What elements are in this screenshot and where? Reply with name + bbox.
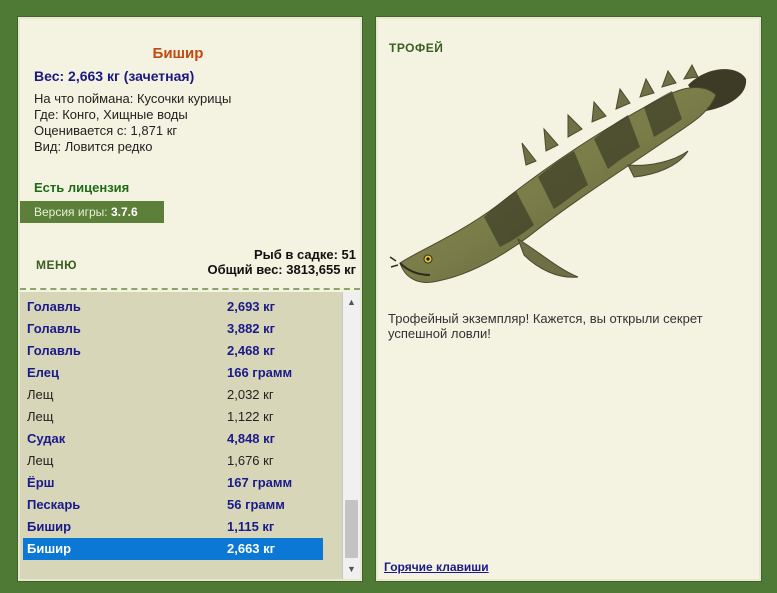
species-info: Вид: Ловится редко — [34, 139, 153, 154]
license-status: Есть лицензия — [34, 180, 130, 195]
divider — [20, 288, 360, 290]
scroll-thumb[interactable] — [345, 500, 358, 558]
catch-fish-name: Елец — [27, 365, 59, 380]
catch-list-row[interactable]: Лещ 2,032 кг — [23, 384, 323, 406]
catch-fish-name: Лещ — [27, 387, 54, 402]
bichir-fish-image — [389, 63, 747, 283]
catch-fish-name: Судак — [27, 431, 66, 446]
catch-list-row[interactable]: Судак 4,848 кг — [23, 428, 323, 450]
catch-list[interactable]: Голавль 2,693 кг Голавль 3,882 кг Голавль 2,4… — [20, 292, 342, 579]
fish-info-panel: Бишир Вес: 2,663 кг (зачетная) На что по… — [18, 17, 362, 581]
catch-fish-weight: 166 грамм — [227, 365, 293, 380]
menu-button[interactable]: МЕНЮ — [36, 258, 77, 272]
catch-list-row[interactable]: Голавль 2,693 кг — [23, 296, 323, 318]
hotkeys-link[interactable]: Горячие клавиши — [384, 560, 489, 574]
catch-fish-weight: 2,468 кг — [227, 343, 276, 358]
scroll-down-icon[interactable]: ▼ — [343, 561, 360, 577]
game-version: Версия игры: 3.7.6 — [20, 201, 164, 223]
catch-list-row[interactable]: Ёрш 167 грамм — [23, 472, 323, 494]
catch-fish-weight: 2,663 кг — [227, 541, 276, 556]
catch-list-row[interactable]: Лещ 1,676 кг — [23, 450, 323, 472]
trophy-message: Трофейный экземпляр! Кажется, вы открыли… — [388, 311, 703, 341]
catch-fish-weight: 1,115 кг — [227, 519, 275, 534]
catch-list-row[interactable]: Пескарь 56 грамм — [23, 494, 323, 516]
keepnet-stats: Рыб в садке: 51 Общий вес: 3813,655 кг — [207, 247, 356, 277]
catch-list-row[interactable]: Лещ 1,122 кг — [23, 406, 323, 428]
catch-list-row[interactable]: Бишир 1,115 кг — [23, 516, 323, 538]
catch-fish-weight: 2,693 кг — [227, 299, 276, 314]
catch-fish-name: Лещ — [27, 453, 54, 468]
catch-fish-weight: 1,676 кг — [227, 453, 274, 468]
catch-fish-name: Бишир — [27, 519, 72, 534]
catch-fish-weight: 2,032 кг — [227, 387, 274, 402]
version-label: Версия игры: — [34, 205, 108, 219]
catch-fish-name: Ёрш — [27, 475, 55, 490]
fish-weight: Вес: 2,663 кг (зачетная) — [34, 68, 195, 84]
catch-list-row[interactable]: Голавль 3,882 кг — [23, 318, 323, 340]
catch-fish-name: Пескарь — [27, 497, 81, 512]
keepnet-count: Рыб в садке: 51 — [253, 247, 356, 262]
catch-fish-weight: 56 грамм — [227, 497, 285, 512]
catch-fish-name: Голавль — [27, 299, 81, 314]
catch-fish-name: Голавль — [27, 321, 81, 336]
bait-info: На что поймана: Кусочки курицы — [34, 91, 232, 106]
catch-list-scrollbar[interactable]: ▲ ▼ — [342, 292, 360, 579]
scroll-up-icon[interactable]: ▲ — [343, 294, 360, 310]
version-value: 3.7.6 — [110, 205, 138, 219]
catch-fish-weight: 4,848 кг — [227, 431, 276, 446]
valuation-info: Оценивается с: 1,871 кг — [34, 123, 178, 138]
keepnet-total-weight: Общий вес: 3813,655 кг — [207, 262, 356, 277]
catch-list-row[interactable]: Бишир 2,663 кг — [23, 538, 323, 560]
trophy-panel: ТРОФЕЙ Трофейный экземпляр! Кажется, вы … — [376, 17, 761, 581]
catch-fish-name: Лещ — [27, 409, 54, 424]
fish-title: Бишир — [152, 45, 204, 62]
catch-list-row[interactable]: Елец 166 грамм — [23, 362, 323, 384]
location-info: Где: Конго, Хищные воды — [34, 107, 188, 122]
catch-fish-weight: 3,882 кг — [227, 321, 276, 336]
catch-fish-weight: 1,122 кг — [227, 409, 274, 424]
catch-list-row[interactable]: Голавль 2,468 кг — [23, 340, 323, 362]
trophy-label: ТРОФЕЙ — [389, 41, 444, 55]
catch-fish-weight: 167 грамм — [227, 475, 293, 490]
catch-fish-name: Голавль — [27, 343, 81, 358]
catch-fish-name: Бишир — [27, 541, 72, 556]
